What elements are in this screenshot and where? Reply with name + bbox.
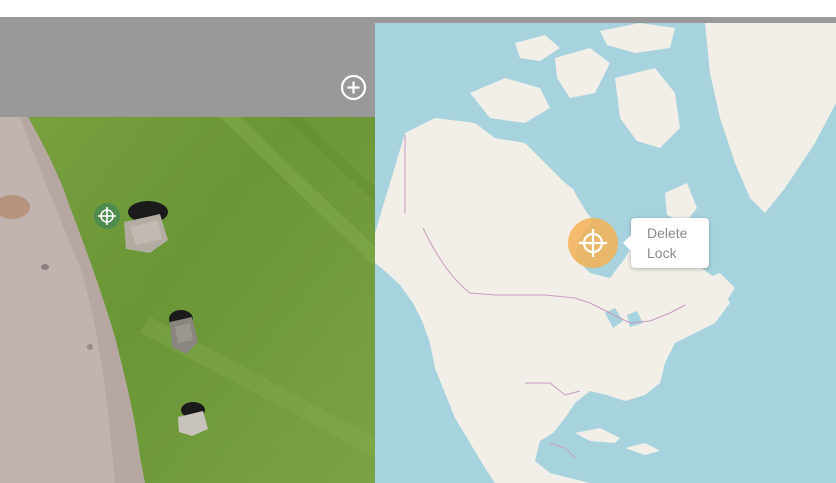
marker-context-popup: Delete Lock bbox=[623, 218, 709, 268]
aerial-image-panel[interactable] bbox=[0, 17, 375, 483]
image-point-marker[interactable] bbox=[94, 203, 120, 229]
lock-option[interactable]: Lock bbox=[647, 244, 677, 262]
image-toolbar bbox=[0, 17, 375, 117]
map-panel[interactable]: Delete Lock bbox=[375, 17, 836, 483]
map-point-marker[interactable] bbox=[568, 218, 618, 268]
crosshair-icon bbox=[98, 207, 116, 225]
crosshair-icon bbox=[579, 229, 607, 257]
plus-circle-icon bbox=[340, 74, 367, 101]
add-point-button[interactable] bbox=[340, 74, 367, 101]
delete-option[interactable]: Delete bbox=[647, 224, 687, 242]
